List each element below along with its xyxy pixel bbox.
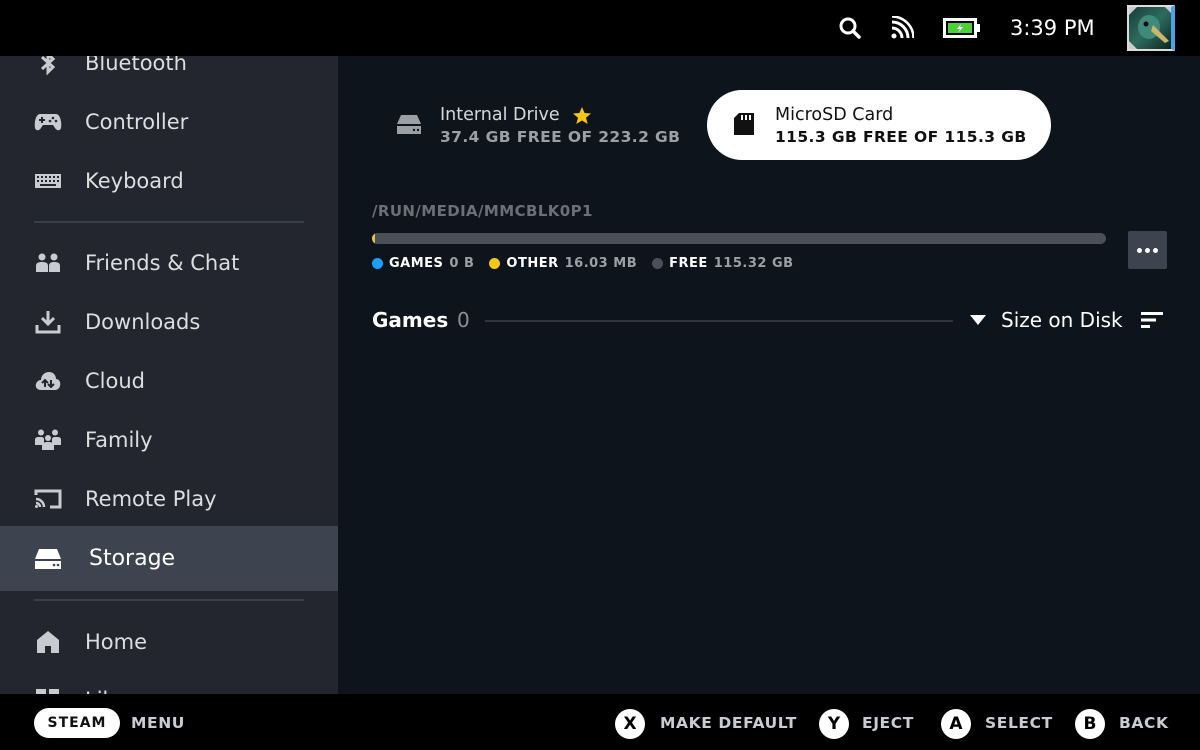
settings-sidebar: Bluetooth Controller Keyboard Friends & … [0, 56, 338, 694]
sidebar-item-label: Bluetooth [85, 56, 187, 75]
storage-usage-bar [372, 233, 1106, 244]
sort-label: Size on Disk [1001, 308, 1123, 332]
legend-dot-other [489, 258, 501, 269]
steam-button[interactable]: STEAM [34, 708, 120, 738]
library-icon [34, 686, 62, 694]
drive-tab-internal[interactable]: Internal Drive 37.4 GB FREE OF 223.2 GB [378, 90, 698, 160]
button-hint-bar: STEAM MENU X MAKE DEFAULT Y EJECT A SELE… [0, 694, 1200, 750]
sidebar-item-library[interactable]: Library [0, 670, 338, 694]
menu-hint: MENU [131, 714, 185, 732]
sidebar-item-label: Family [85, 427, 153, 452]
drive-tab-microsd[interactable]: MicroSD Card 115.3 GB FREE OF 115.3 GB [707, 90, 1051, 160]
legend-value: 115.32 GB [713, 256, 794, 271]
legend-value: 0 B [449, 256, 475, 271]
legend-dot-games [372, 258, 383, 269]
dot [1153, 247, 1158, 253]
sidebar-item-label: Controller [85, 109, 189, 134]
select-hint[interactable]: SELECT [985, 708, 1053, 738]
controller-icon [34, 108, 62, 136]
sidebar-item-cloud[interactable]: Cloud [0, 351, 338, 410]
storage-panel: Internal Drive 37.4 GB FREE OF 223.2 GB … [338, 56, 1200, 694]
clock: 3:39 PM [1010, 16, 1095, 40]
y-button-icon[interactable]: Y [819, 709, 849, 739]
sidebar-item-storage[interactable]: Storage [0, 526, 338, 591]
battery-charging-icon[interactable] [942, 0, 982, 56]
search-icon[interactable] [836, 0, 864, 56]
sidebar-item-controller[interactable]: Controller [0, 92, 338, 151]
sidebar-item-bluetooth[interactable]: Bluetooth [0, 56, 338, 92]
legend-key: FREE [669, 256, 708, 271]
make-default-hint[interactable]: MAKE DEFAULT [660, 708, 797, 738]
drive-free-space: 115.3 GB FREE OF 115.3 GB [775, 128, 1027, 146]
sidebar-item-home[interactable]: Home [0, 612, 338, 671]
bluetooth-icon [34, 56, 62, 77]
sidebar-item-keyboard[interactable]: Keyboard [0, 151, 338, 210]
legend-key: GAMES [389, 256, 444, 271]
games-count: 0 [457, 308, 470, 332]
caret-down-icon [969, 314, 987, 326]
sidebar-item-friends-chat[interactable]: Friends & Chat [0, 233, 338, 292]
hard-drive-icon [396, 113, 422, 139]
sidebar-item-label: Downloads [85, 309, 201, 334]
sidebar-item-remote-play[interactable]: Remote Play [0, 469, 338, 528]
back-hint[interactable]: BACK [1119, 708, 1169, 738]
sd-card-icon [733, 112, 755, 140]
sidebar-item-downloads[interactable]: Downloads [0, 292, 338, 351]
sidebar-divider [34, 599, 304, 601]
sidebar-item-family[interactable]: Family [0, 410, 338, 469]
cloud-icon [34, 367, 62, 395]
keyboard-icon [34, 167, 62, 195]
b-button-icon[interactable]: B [1075, 709, 1105, 739]
sidebar-item-label: Storage [89, 546, 176, 571]
family-icon [34, 426, 62, 454]
a-button-icon[interactable]: A [941, 709, 971, 739]
usage-segment-other [372, 233, 375, 244]
section-divider [485, 320, 953, 322]
games-section-header: Games 0 Size on Disk [372, 308, 1172, 338]
games-title: Games [372, 308, 449, 332]
sort-order-icon[interactable] [1140, 311, 1163, 329]
drive-name: Internal Drive [440, 105, 560, 125]
home-icon [34, 628, 62, 656]
drive-free-space: 37.4 GB FREE OF 223.2 GB [440, 128, 681, 146]
download-icon [34, 308, 62, 336]
wifi-icon[interactable] [888, 0, 916, 56]
sidebar-item-label: Friends & Chat [85, 250, 240, 275]
user-avatar[interactable] [1127, 5, 1175, 51]
eject-hint[interactable]: EJECT [862, 708, 914, 738]
legend-value: 16.03 MB [564, 256, 638, 271]
x-button-icon[interactable]: X [615, 709, 645, 739]
legend-dot-free [652, 258, 664, 269]
status-bar: 3:39 PM [0, 0, 1200, 56]
sidebar-item-label: Cloud [85, 368, 145, 393]
dot [1145, 247, 1150, 253]
star-icon [572, 106, 592, 130]
storage-icon [34, 545, 62, 573]
remote-play-icon [34, 485, 62, 513]
mount-path: /RUN/MEDIA/MMCBLK0P1 [372, 202, 593, 220]
sort-dropdown[interactable]: Size on Disk [969, 308, 1163, 332]
usage-legend: GAMES 0 B OTHER 16.03 MB FREE 115.32 GB [372, 256, 809, 271]
legend-key: OTHER [506, 256, 559, 271]
sidebar-divider [34, 221, 304, 223]
drive-name: MicroSD Card [775, 105, 894, 125]
sidebar-item-label: Home [85, 629, 148, 654]
more-options-button[interactable] [1128, 231, 1167, 269]
friends-icon [34, 249, 62, 277]
sidebar-item-label: Keyboard [85, 168, 184, 193]
dot [1137, 247, 1142, 253]
sidebar-item-label: Remote Play [85, 486, 217, 511]
